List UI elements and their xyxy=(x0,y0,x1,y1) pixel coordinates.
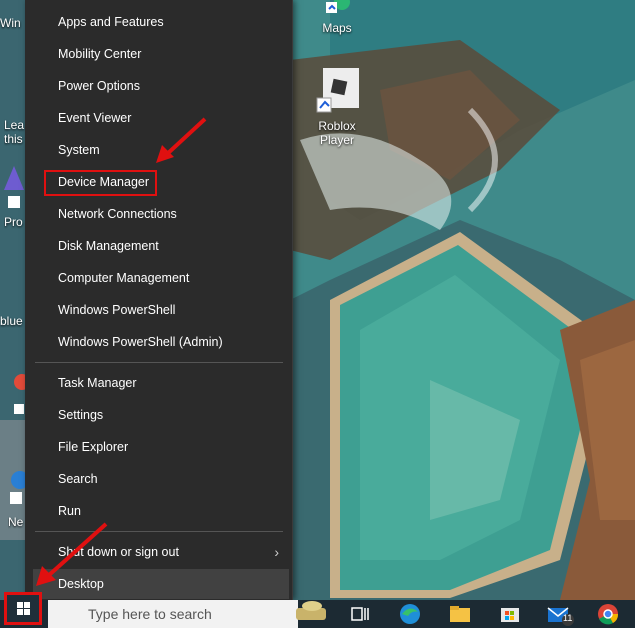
start-button[interactable] xyxy=(4,592,42,625)
winx-context-menu: Apps and Features Mobility Center Power … xyxy=(25,0,293,600)
mail-badge: 11 xyxy=(563,613,573,623)
menu-separator xyxy=(35,362,283,363)
menu-item-network-connections[interactable]: Network Connections xyxy=(33,199,289,229)
desktop-icon-label: Maps xyxy=(322,21,352,35)
menu-item-disk-management[interactable]: Disk Management xyxy=(33,231,289,261)
menu-item-windows-powershell[interactable]: Windows PowerShell xyxy=(33,295,289,325)
maps-icon xyxy=(326,0,350,13)
app-icon xyxy=(10,471,26,504)
desktop-icon-label: Roblox Player xyxy=(318,119,356,147)
desktop-icon-partial-lea[interactable]: Lea this xyxy=(4,118,26,146)
app-icon xyxy=(4,166,24,208)
menu-item-file-explorer[interactable]: File Explorer xyxy=(33,432,289,462)
menu-item-apps-and-features[interactable]: Apps and Features xyxy=(33,7,289,37)
windows-logo-icon xyxy=(17,602,30,615)
desktop-icon-label: Lea this xyxy=(4,118,25,146)
taskbar-search-box[interactable]: Type here to search xyxy=(48,600,298,628)
edge-icon[interactable] xyxy=(396,600,424,628)
file-explorer-icon[interactable] xyxy=(446,600,474,628)
desktop-icon-label: Ne xyxy=(8,515,24,529)
microsoft-store-icon[interactable] xyxy=(496,600,524,628)
desktop-icon-partial-blue[interactable]: blue xyxy=(0,314,26,328)
menu-item-task-manager[interactable]: Task Manager xyxy=(33,368,289,398)
menu-item-power-options[interactable]: Power Options xyxy=(33,71,289,101)
annotation-arrow-icon xyxy=(36,522,108,586)
menu-item-search[interactable]: Search xyxy=(33,464,289,494)
chevron-right-icon: › xyxy=(274,544,279,560)
desktop-icon-label: blue xyxy=(0,314,23,328)
menu-item-settings[interactable]: Settings xyxy=(33,400,289,430)
desktop-icon-label: Win xyxy=(0,16,21,30)
menu-item-computer-management[interactable]: Computer Management xyxy=(33,263,289,293)
desktop-icon-maps[interactable]: Maps xyxy=(312,0,362,35)
roblox-icon xyxy=(316,68,359,113)
menu-item-windows-powershell-admin[interactable]: Windows PowerShell (Admin) xyxy=(33,327,289,357)
search-placeholder: Type here to search xyxy=(88,606,212,622)
desktop-icon-partial-ne[interactable]: Ne xyxy=(8,470,26,529)
desktop-icon-partial-win[interactable]: Win xyxy=(0,16,26,30)
desktop-icon-partial-red[interactable] xyxy=(12,372,26,425)
desktop-icon-label: Pro xyxy=(4,215,23,229)
desktop-icon-roblox-player[interactable]: Roblox Player xyxy=(312,68,362,147)
desktop-icon-partial-pro[interactable]: Pro xyxy=(4,166,26,229)
chrome-icon[interactable] xyxy=(594,600,622,628)
task-view-icon[interactable] xyxy=(346,600,374,628)
app-icon xyxy=(14,374,26,414)
device-manager-highlight-box xyxy=(44,170,157,196)
menu-item-mobility-center[interactable]: Mobility Center xyxy=(33,39,289,69)
search-highlight-icon xyxy=(296,601,326,620)
annotation-arrow-icon xyxy=(156,117,207,163)
